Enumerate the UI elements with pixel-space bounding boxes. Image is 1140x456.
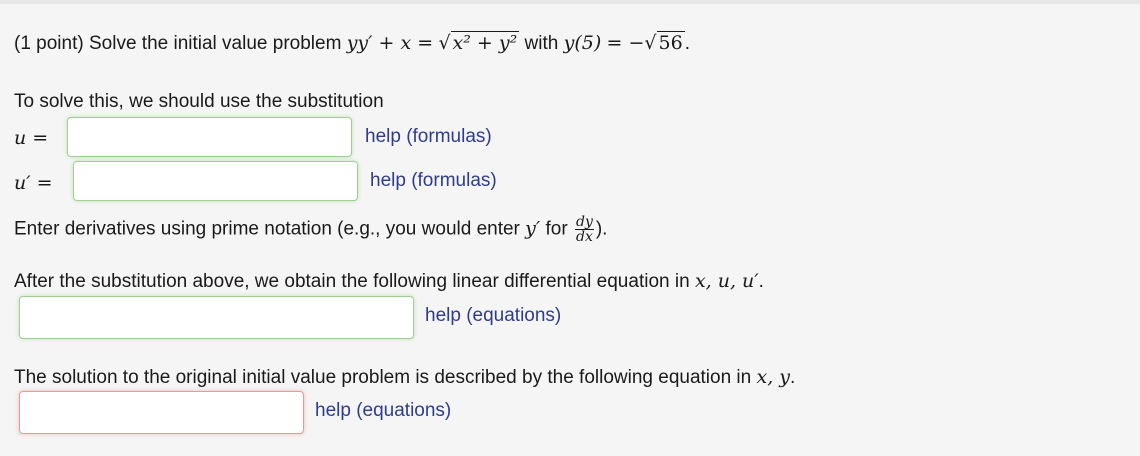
derivative-note-close: ). (595, 218, 608, 240)
help-formulas-link[interactable]: help (formulas) (365, 126, 492, 148)
help-equations-link[interactable]: help (equations) (425, 305, 561, 327)
linear-eq-period: . (758, 271, 764, 292)
frac-denominator: dx (575, 229, 593, 245)
initial-condition-value: 56 (656, 31, 685, 54)
frac-numerator: dy (574, 214, 594, 230)
yprime-symbol: y′ (525, 217, 541, 240)
linear-eq-vars: x, u, u′ (694, 270, 759, 292)
derivative-note: Enter derivatives using prime notation (… (14, 215, 607, 244)
u-answer-field[interactable] (67, 117, 352, 157)
initial-condition-eq: = − (606, 32, 645, 54)
u-label: u = (14, 127, 49, 149)
problem-prefix: (1 point) Solve the initial value proble… (14, 33, 342, 54)
help-formulas-link-2[interactable]: help (formulas) (370, 170, 497, 192)
problem-period: . (684, 33, 690, 54)
substitution-intro: To solve this, we should use the substit… (14, 91, 384, 112)
linear-eq-text: After the substitution above, we obtain … (14, 271, 690, 292)
help-equations-link-2[interactable]: help (equations) (315, 400, 451, 422)
solution-vars: x, y (756, 366, 791, 388)
problem-equation-lhs: yy′ + x = (346, 32, 434, 54)
radicand: x² + y² (450, 31, 520, 54)
derivative-note-text: Enter derivatives using prime notation (… (14, 218, 520, 240)
problem-statement: (1 point) Solve the initial value proble… (14, 31, 690, 55)
sqrt-expression: √ x² + y² (438, 31, 520, 54)
linear-eq-answer-field[interactable] (19, 296, 414, 339)
solution-answer-field[interactable] (19, 391, 304, 434)
uprime-answer-field[interactable] (73, 161, 358, 201)
top-divider (0, 0, 1140, 4)
problem-with: with (524, 33, 559, 54)
uprime-label: u′ = (14, 172, 53, 194)
initial-condition-lhs: y(5) (563, 32, 602, 54)
derivative-note-for: for (545, 218, 568, 240)
dy-dx-fraction: dy dx (574, 214, 594, 245)
solution-text: The solution to the original initial val… (14, 367, 752, 388)
solution-prompt: The solution to the original initial val… (14, 366, 795, 389)
solution-period: . (790, 367, 796, 388)
initial-condition-sqrt: √ 56 (644, 31, 685, 54)
linear-eq-prompt: After the substitution above, we obtain … (14, 270, 764, 293)
